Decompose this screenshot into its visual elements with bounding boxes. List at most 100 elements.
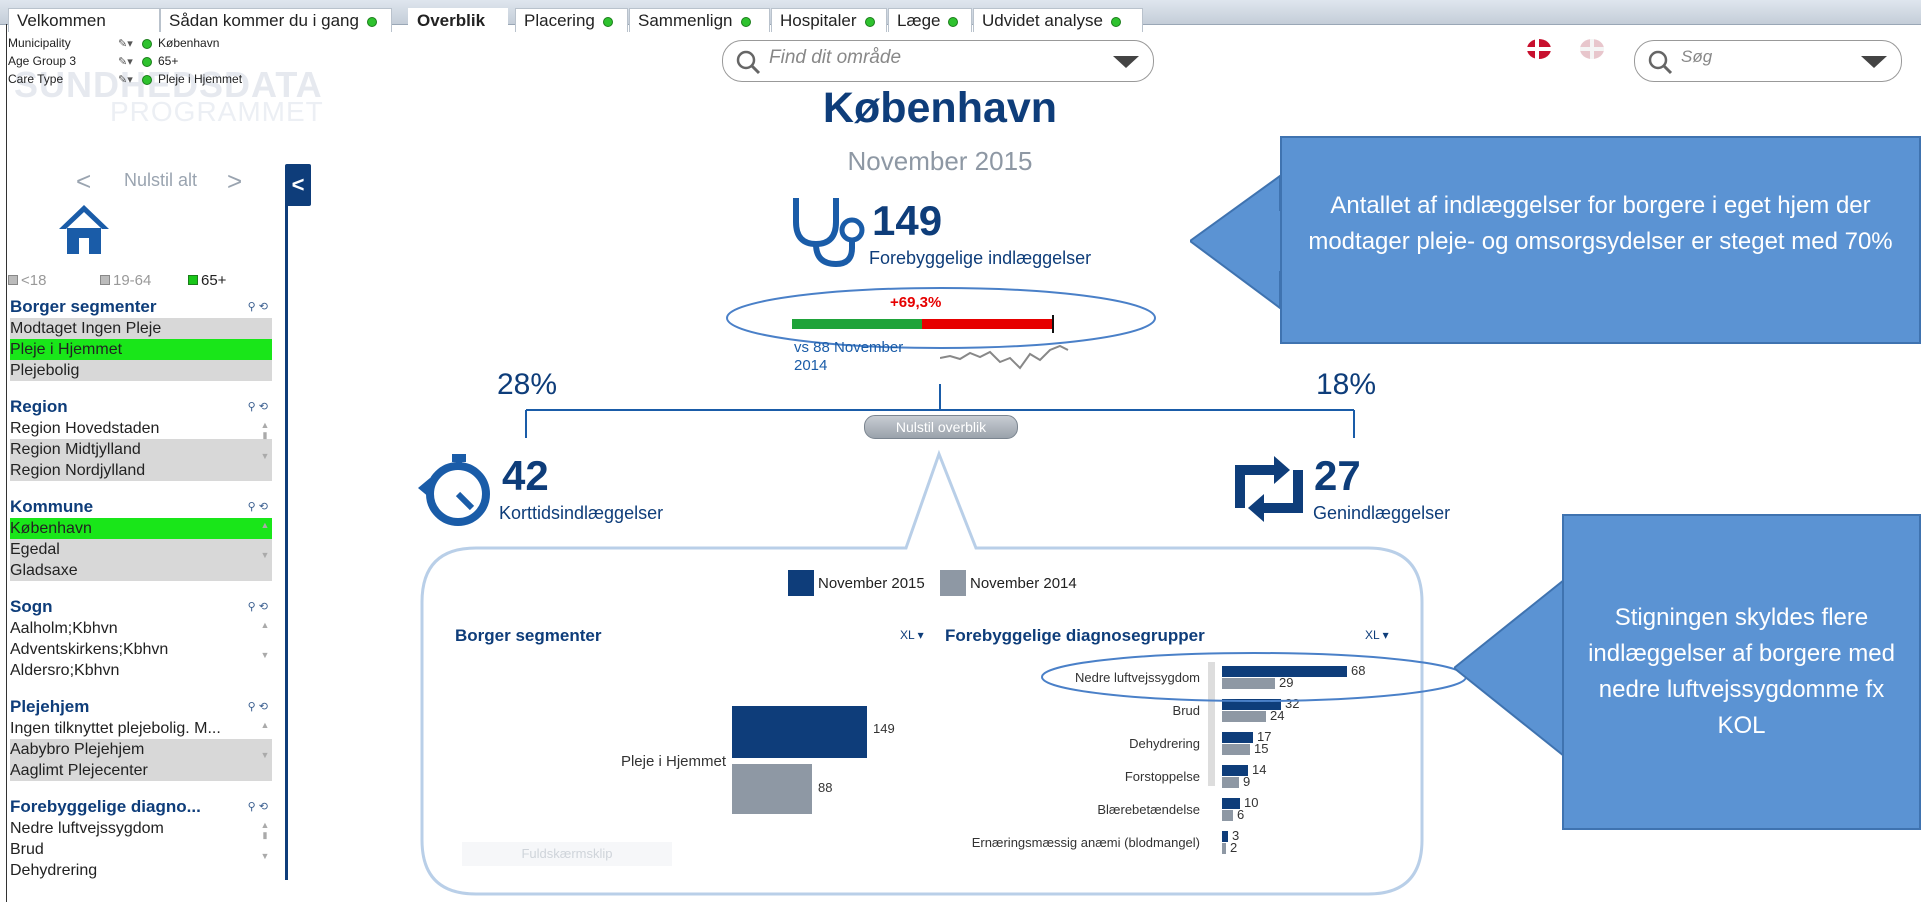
status-dot — [864, 16, 875, 27]
age-filter-19-64[interactable]: 19-64 — [100, 272, 151, 289]
list-item[interactable]: Region Nordjylland — [10, 460, 272, 481]
clear-selection-icon[interactable]: ✎▾ — [118, 36, 142, 53]
listbox-title: Sogn — [10, 597, 53, 616]
export-excel-button[interactable]: XL ▾ — [900, 628, 924, 642]
status-dot — [948, 16, 959, 27]
bar-value-label: 88 — [818, 780, 833, 795]
back-button[interactable]: < — [76, 166, 91, 197]
scrollbar[interactable]: ▲ ▼ — [260, 520, 270, 584]
forward-button[interactable]: > — [227, 166, 242, 197]
list-item[interactable]: Plejebolig — [10, 360, 272, 381]
listbox-kommune: Kommune ⚲ ⟲ København Egedal Gladsaxe ▲ ▼ — [10, 496, 274, 581]
chart-title-diagnosegrupper: Forebyggelige diagnosegrupper — [945, 626, 1205, 645]
chevron-down-icon[interactable] — [1113, 56, 1139, 68]
bar-2014[interactable] — [1222, 810, 1233, 821]
bar-value-label: 10 — [1244, 795, 1259, 810]
list-item[interactable]: Region Midtjylland — [10, 439, 272, 460]
list-item[interactable]: Ingen tilknyttet plejebolig. M... — [10, 718, 272, 739]
search-icon[interactable]: ⚲ ⟲ — [248, 700, 268, 713]
collapse-sidebar-button[interactable]: < — [285, 164, 311, 206]
scrollbar[interactable]: ▲ ▮ ▼ — [260, 420, 270, 484]
scrollbar[interactable]: ▲ ▼ — [260, 720, 270, 784]
search-placeholder: Find dit område — [769, 47, 902, 68]
home-icon[interactable] — [57, 202, 111, 256]
search-icon — [736, 50, 761, 75]
short-stay-share: 28% — [497, 368, 558, 401]
bar-2014[interactable] — [1222, 744, 1250, 755]
bar-2015[interactable] — [1222, 732, 1253, 743]
scrollbar[interactable]: ▲ ▮ ▼ — [260, 820, 270, 884]
list-item[interactable]: Brud — [10, 839, 272, 860]
list-item[interactable]: Aldersro;Kbhvn — [10, 660, 272, 681]
bar-2014[interactable] — [1222, 843, 1226, 854]
legend-label-2015: November 2015 — [818, 575, 925, 592]
list-item[interactable]: Gladsaxe — [10, 560, 272, 581]
checkbox-icon — [188, 275, 198, 285]
tab-sammenlign[interactable]: Sammenlign — [629, 8, 770, 32]
danish-flag-icon[interactable] — [1525, 38, 1553, 60]
bar-value-label: 24 — [1270, 708, 1285, 723]
status-dot — [740, 16, 751, 27]
page-subtitle: November 2015 — [847, 146, 1033, 176]
clear-selection-icon[interactable]: ✎▾ — [118, 54, 142, 71]
list-item[interactable]: Aabybro Plejehjem — [10, 739, 272, 760]
list-item[interactable]: Modtaget Ingen Pleje — [10, 318, 272, 339]
age-filter-under18[interactable]: <18 — [8, 272, 46, 289]
fullscreen-clip-button[interactable]: Fuldskærmsklip — [462, 842, 672, 866]
reset-all-button[interactable]: Nulstil alt — [124, 170, 197, 191]
listbox-sogn: Sogn ⚲ ⟲ Aalholm;Kbhvn Adventskirkens;Kb… — [10, 596, 274, 681]
age-filter-label: 65+ — [201, 272, 227, 289]
list-item[interactable]: Region Hovedstaden — [10, 418, 272, 439]
bar-2015-pleje-i-hjemmet[interactable] — [732, 706, 867, 758]
tab-udvidet-analyse[interactable]: Udvidet analyse — [973, 8, 1143, 32]
bar-2014-pleje-i-hjemmet[interactable] — [732, 764, 812, 814]
bar-value-label: 2 — [1230, 840, 1238, 855]
chevron-down-icon[interactable] — [1861, 56, 1887, 68]
search-icon[interactable]: ⚲ ⟲ — [248, 500, 268, 513]
clear-selection-icon[interactable]: ✎▾ — [118, 72, 142, 89]
chart-category-label: Blærebetændelse — [1097, 802, 1200, 817]
checkbox-icon — [8, 275, 18, 285]
area-search-input[interactable]: Find dit område — [722, 40, 1154, 82]
search-icon[interactable]: ⚲ ⟲ — [248, 300, 268, 313]
search-icon — [1648, 50, 1673, 75]
tab-placering[interactable]: Placering — [515, 8, 628, 32]
search-input[interactable]: Søg — [1634, 40, 1902, 82]
tab-saadan-kommer-du-i-gang[interactable]: Sådan kommer du i gang — [160, 8, 392, 32]
selection-row[interactable]: Care Type ✎▾ Pleje i Hjemmet — [8, 71, 242, 89]
reset-overview-button[interactable]: Nulstil overblik — [864, 415, 1018, 439]
kpi-value: 149 — [872, 197, 943, 244]
page-title: København — [822, 84, 1058, 132]
listbox-region: Region ⚲ ⟲ Region Hovedstaden Region Mid… — [10, 396, 274, 481]
list-item[interactable]: Aalholm;Kbhvn — [10, 618, 272, 639]
tab-velkommen[interactable]: Velkommen — [8, 8, 160, 32]
chart-category-label: Pleje i Hjemmet — [620, 753, 726, 770]
tab-overblik[interactable]: Overblik — [408, 8, 508, 32]
search-icon[interactable]: ⚲ ⟲ — [248, 800, 268, 813]
listbox-forebyggelige-diagnoser: Forebyggelige diagno... ⚲ ⟲ Nedre luftve… — [10, 796, 274, 881]
selection-value: Pleje i Hjemmet — [158, 72, 243, 86]
list-item[interactable]: Aaglimt Plejecenter — [10, 760, 272, 781]
list-item[interactable]: Pleje i Hjemmet — [10, 339, 272, 360]
search-icon[interactable]: ⚲ ⟲ — [248, 600, 268, 613]
tab-hospitaler[interactable]: Hospitaler — [771, 8, 887, 32]
selection-row[interactable]: Municipality ✎▾ København — [8, 35, 242, 53]
age-filter-65plus[interactable]: 65+ — [188, 272, 226, 289]
listbox-title: Plejehjem — [10, 697, 90, 716]
scrollbar[interactable]: ▲ ▼ — [260, 620, 270, 684]
list-item[interactable]: Adventskirkens;Kbhvn — [10, 639, 272, 660]
bar-2014[interactable] — [1222, 711, 1266, 722]
search-icon[interactable]: ⚲ ⟲ — [248, 400, 268, 413]
selection-row[interactable]: Age Group 3 ✎▾ 65+ — [8, 53, 242, 71]
bar-2014[interactable] — [1222, 777, 1239, 788]
list-item[interactable]: Dehydrering — [10, 860, 272, 881]
export-excel-button[interactable]: XL ▾ — [1365, 628, 1389, 642]
selection-field: Municipality — [8, 36, 71, 50]
tab-label: Sammenlign — [638, 11, 733, 30]
bar-2015[interactable] — [1222, 831, 1228, 842]
list-item[interactable]: Nedre luftvejssygdom — [10, 818, 272, 839]
list-item[interactable]: Egedal — [10, 539, 272, 560]
list-item[interactable]: København — [10, 518, 272, 539]
tab-laege[interactable]: Læge — [888, 8, 972, 32]
english-flag-icon[interactable] — [1578, 38, 1606, 60]
